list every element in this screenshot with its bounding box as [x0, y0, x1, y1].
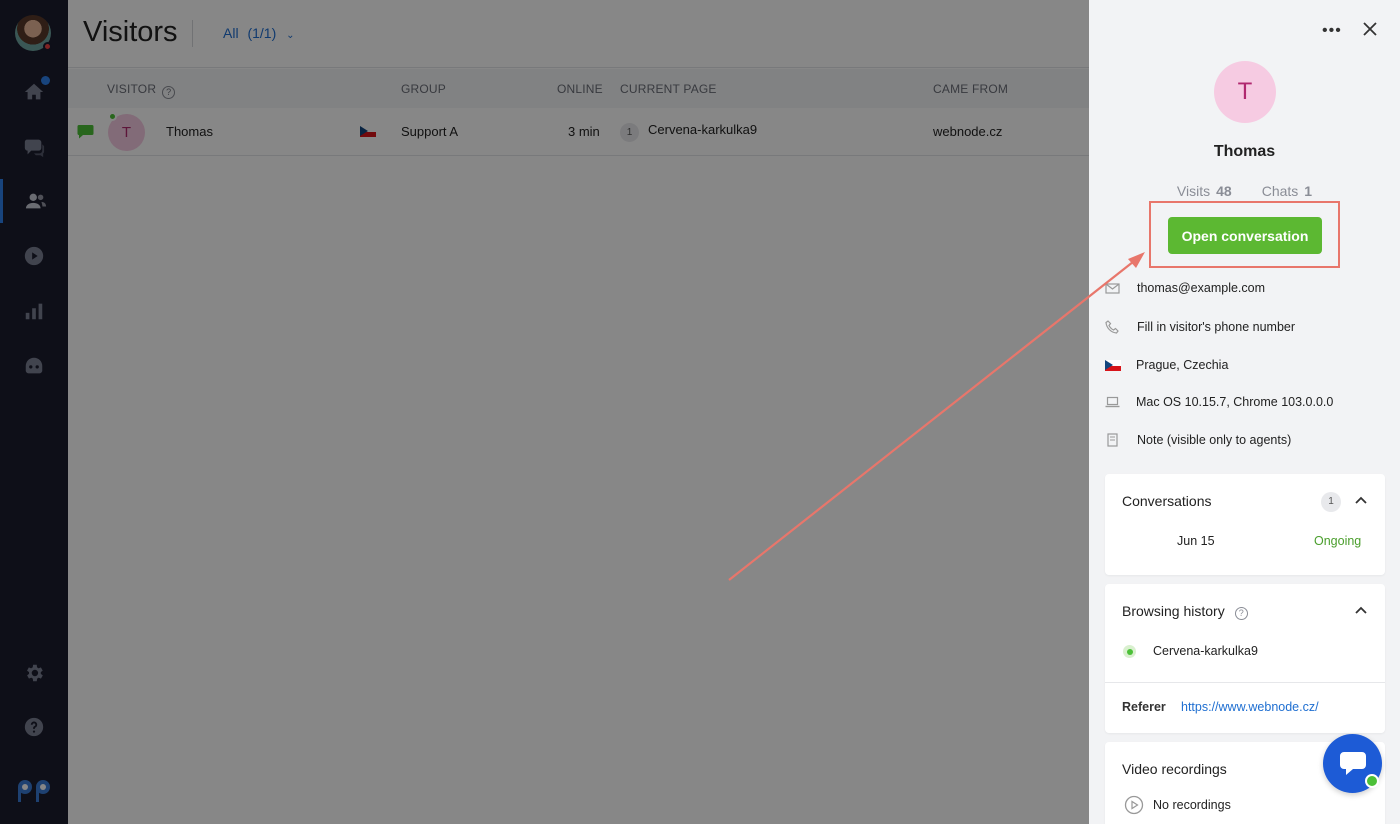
close-icon[interactable]	[1361, 20, 1379, 38]
note-placeholder: Note (visible only to agents)	[1137, 433, 1292, 447]
phone-placeholder: Fill in visitor's phone number	[1137, 320, 1296, 334]
history-page-label: Cervena-karkulka9	[1153, 644, 1258, 658]
visitor-email: thomas@example.com	[1137, 281, 1266, 295]
visitor-device: Mac OS 10.15.7, Chrome 103.0.0.0	[1136, 395, 1334, 409]
visitor-location: Prague, Czechia	[1136, 358, 1229, 372]
browsing-history-card: Browsing history? Cervena-karkulka9 Refe…	[1105, 584, 1385, 733]
browsing-history-item[interactable]: Cervena-karkulka9	[1105, 643, 1385, 663]
video-recordings-title: Video recordings	[1122, 761, 1227, 777]
chevron-up-icon[interactable]	[1355, 606, 1367, 614]
visitor-avatar-large: T	[1214, 61, 1276, 123]
note-icon	[1107, 433, 1118, 447]
referer-link[interactable]: https://www.webnode.cz/	[1181, 700, 1319, 714]
more-options-icon[interactable]: •••	[1322, 22, 1342, 40]
visits-label: Visits	[1176, 183, 1211, 199]
browsing-history-title: Browsing history?	[1122, 603, 1248, 620]
email-row[interactable]: thomas@example.com	[1089, 279, 1400, 299]
avatar-initial: T	[1237, 78, 1253, 105]
conversation-item[interactable]: Jun 15 Ongoing	[1105, 534, 1385, 554]
note-field[interactable]: Note (visible only to agents)	[1089, 431, 1400, 451]
divider	[1105, 682, 1385, 683]
annotation-highlight-box	[1149, 201, 1340, 268]
chevron-up-icon[interactable]	[1355, 496, 1367, 504]
visitor-stats: Visits 48 Chats 1	[1089, 183, 1400, 199]
play-circle-icon	[1124, 795, 1144, 815]
conversation-status: Ongoing	[1314, 534, 1362, 548]
chats-count: 1	[1304, 183, 1313, 199]
phone-field[interactable]: Fill in visitor's phone number	[1089, 318, 1400, 338]
conversations-card: Conversations 1 Jun 15 Ongoing	[1105, 474, 1385, 575]
mail-icon	[1105, 283, 1120, 294]
help-icon[interactable]: ?	[1234, 607, 1248, 620]
device-row: Mac OS 10.15.7, Chrome 103.0.0.0	[1089, 393, 1400, 413]
phone-icon	[1105, 320, 1119, 334]
active-page-indicator	[1123, 645, 1136, 658]
browsing-history-label: Browsing history	[1122, 603, 1225, 619]
location-row: Prague, Czechia	[1089, 356, 1400, 376]
visits-count: 48	[1216, 183, 1232, 199]
referer-label: Referer	[1122, 700, 1166, 714]
chats-label: Chats	[1261, 183, 1299, 199]
chat-bubble-icon	[1340, 752, 1366, 775]
online-status-dot	[1365, 774, 1379, 788]
modal-backdrop[interactable]	[0, 0, 1089, 824]
visitor-name: Thomas	[1213, 143, 1276, 160]
visitor-detail-panel: ••• T Thomas Visits 48 Chats 1 Open convers…	[1089, 0, 1400, 824]
laptop-icon	[1105, 396, 1120, 408]
conversation-date: Jun 15	[1177, 534, 1215, 548]
czech-flag-icon	[1105, 360, 1121, 371]
conversations-count-badge: 1	[1321, 492, 1341, 512]
conversations-title: Conversations	[1122, 493, 1212, 509]
no-recordings-text: No recordings	[1153, 798, 1231, 812]
